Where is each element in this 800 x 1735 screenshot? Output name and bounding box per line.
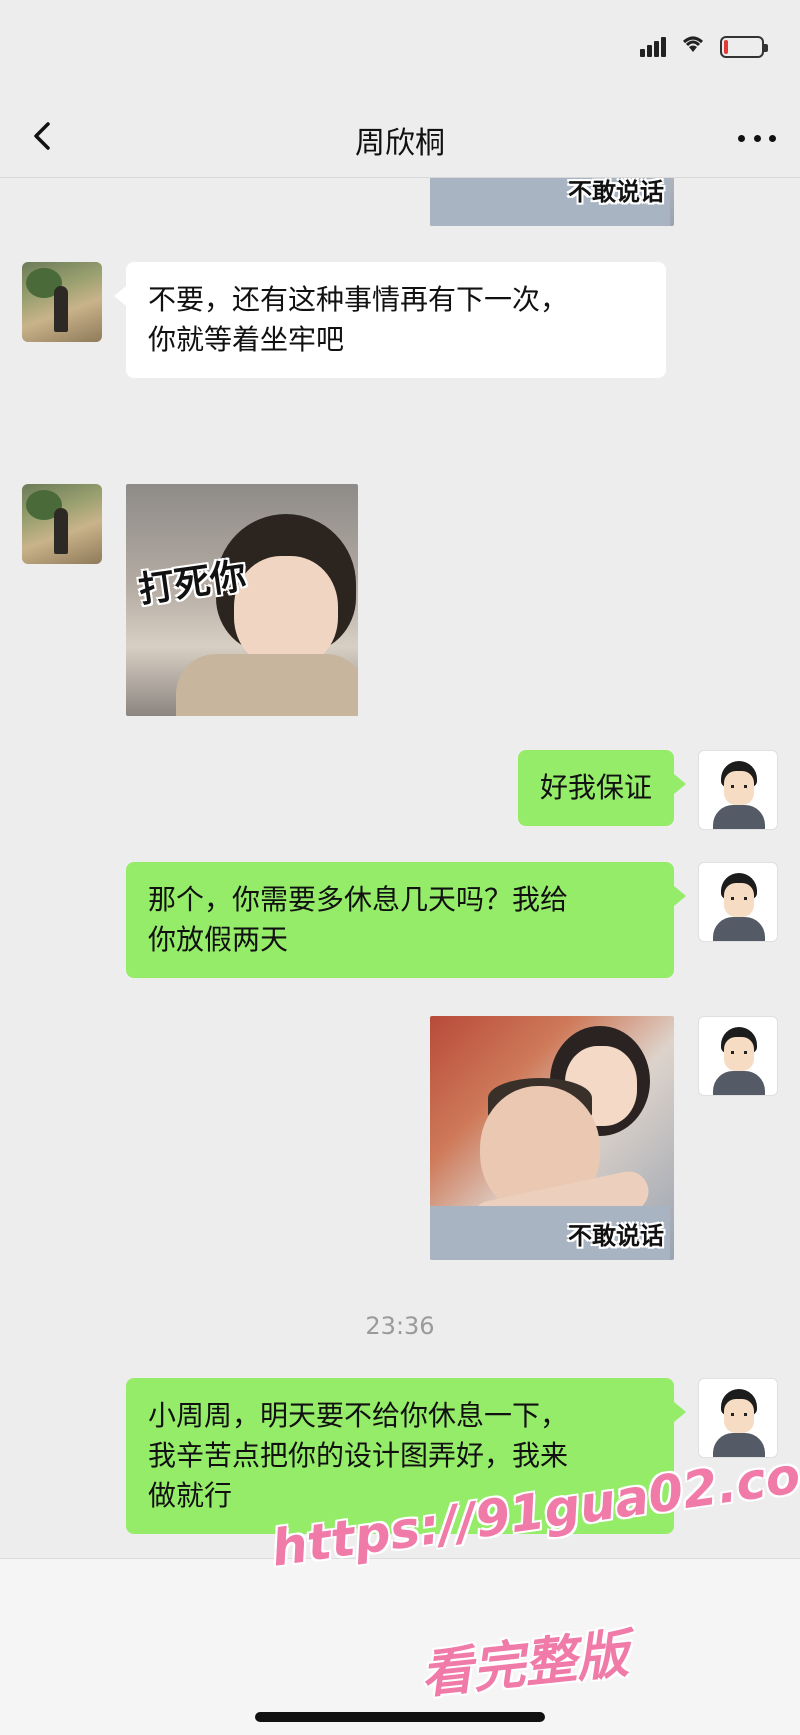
chat-header: 周欣桐 xyxy=(0,96,800,178)
message-bubble[interactable]: 不要，还有这种事情再有下一次， 你就等着坐牢吧 xyxy=(114,262,666,378)
self-avatar[interactable] xyxy=(698,1016,778,1096)
sticker-caption: 不敢说话 xyxy=(568,178,664,206)
chat-title: 周欣桐 xyxy=(355,126,445,161)
more-icon xyxy=(738,134,745,142)
message-bubble[interactable]: 好我保证 xyxy=(517,750,687,826)
battery-level xyxy=(724,39,728,54)
self-avatar[interactable] xyxy=(698,1378,778,1458)
self-avatar[interactable] xyxy=(698,862,778,942)
self-avatar[interactable] xyxy=(698,750,778,830)
signal-icon xyxy=(640,36,666,57)
sticker-caption: 不敢说话 xyxy=(568,1222,664,1250)
status-icons xyxy=(640,34,768,59)
more-button[interactable] xyxy=(732,118,782,158)
time-separator: 23:36 xyxy=(365,1312,435,1340)
chat-message-list[interactable]: 不敢说话 不要，还有这种事情再有下一次， 你就等着坐牢吧 打死你 好我保证 那个… xyxy=(0,178,800,1558)
wifi-icon xyxy=(680,34,706,59)
home-indicator[interactable] xyxy=(255,1712,545,1722)
message-bubble[interactable]: 那个，你需要多休息几天吗？我给 你放假两天 xyxy=(126,862,686,978)
sticker-message[interactable]: 打死你 xyxy=(126,484,358,716)
contact-avatar[interactable] xyxy=(22,484,102,564)
input-bar[interactable] xyxy=(0,1558,800,1735)
contact-avatar[interactable] xyxy=(22,262,102,342)
status-bar xyxy=(0,0,800,96)
sticker-message[interactable]: 不敢说话 xyxy=(430,1016,674,1260)
sticker-message-partial[interactable]: 不敢说话 xyxy=(430,178,674,226)
battery-icon xyxy=(720,35,768,58)
